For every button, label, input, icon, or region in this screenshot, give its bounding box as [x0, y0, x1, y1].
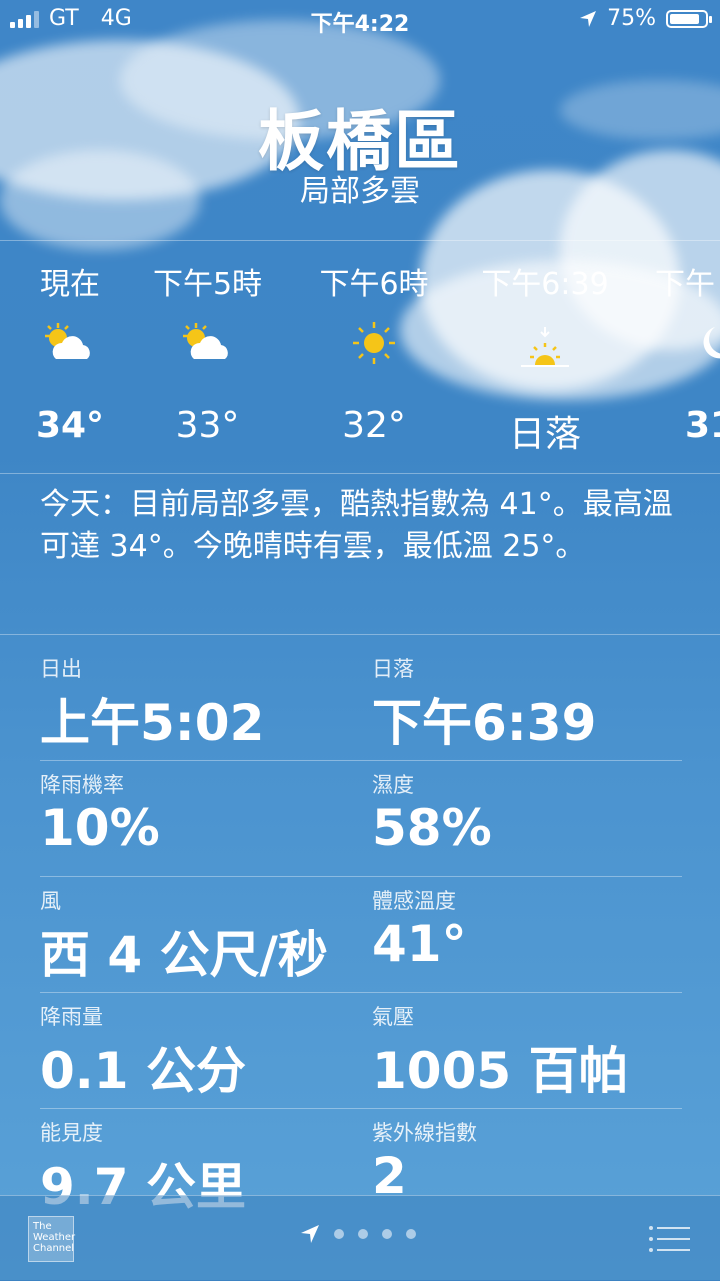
page-dot: [358, 1229, 368, 1239]
location-arrow-icon: [580, 10, 597, 27]
detail-row: 降雨量 0.1 公分 氣壓 1005 百帕: [40, 993, 682, 1109]
daily-summary: 今天：目前局部多雲，酷熱指數為 41°。最高溫可達 34°。今晚晴時有雲，最低溫…: [40, 487, 673, 564]
sun-icon: [353, 322, 395, 364]
humidity-label: 濕度: [372, 773, 414, 797]
precipitation-label: 降雨量: [40, 1005, 103, 1029]
page-dot: [406, 1229, 416, 1239]
battery-percent: 75%: [607, 6, 656, 31]
current-condition: 局部多雲: [300, 174, 420, 209]
page-dot: [334, 1229, 344, 1239]
detail-row: 降雨機率 10% 濕度 58%: [40, 761, 682, 877]
bottom-toolbar: The Weather Channel: [0, 1195, 720, 1281]
feels-like-label: 體感溫度: [372, 889, 456, 913]
detail-row: 日出上午5:02 日落下午6:39: [40, 645, 682, 761]
page-dot: [382, 1229, 392, 1239]
rain-chance-label: 降雨機率: [40, 773, 124, 797]
partly-cloudy-icon: [182, 323, 228, 359]
sunrise-label: 日出: [40, 657, 82, 681]
city-list-icon[interactable]: [648, 1224, 690, 1254]
sunset-label: 日落: [372, 657, 414, 681]
feels-like-value: 41°: [372, 915, 467, 973]
weather-details[interactable]: 日出上午5:02 日落下午6:39 降雨機率 10% 濕度 58% 風西 4 公尺/…: [40, 645, 682, 1224]
hourly-item: 下午6時 32°: [310, 241, 438, 473]
hour-label: 下午6:39: [481, 267, 609, 302]
uv-index-label: 紫外線指數: [372, 1121, 477, 1145]
wind-label: 風: [40, 889, 61, 913]
hour-temp: 32°: [342, 405, 406, 446]
hourly-item: 下午 31: [655, 241, 720, 473]
hour-temp: 31: [685, 405, 720, 446]
hourly-item: 下午5時 33°: [145, 241, 270, 473]
weather-channel-logo[interactable]: The Weather Channel: [28, 1216, 75, 1262]
precipitation-value: 0.1 公分: [40, 1042, 246, 1100]
hour-label: 下午: [655, 267, 715, 302]
hour-temp: 日落: [508, 414, 581, 455]
pressure-label: 氣壓: [372, 1005, 414, 1029]
divider: [0, 634, 720, 635]
hour-label: 下午6時: [319, 267, 429, 302]
location-arrow-icon: [301, 1225, 319, 1243]
page-indicator[interactable]: [300, 1224, 416, 1244]
detail-row: 風西 4 公尺/秒 體感溫度 41°: [40, 877, 682, 993]
moon-icon: [703, 327, 720, 359]
pressure-value: 1005 百帕: [372, 1042, 629, 1100]
hour-label: 現在: [40, 267, 100, 302]
rain-chance-value: 10%: [40, 799, 160, 857]
status-bar: GT 4G 下午4:22 75%: [0, 0, 720, 40]
hourly-forecast[interactable]: 現在 34° 下午5時 33° 下午6時 32° 下午6:39 日落 下午 3: [0, 240, 720, 474]
hourly-item: 現在 34°: [10, 241, 130, 473]
battery-icon: [666, 9, 712, 28]
humidity-value: 58%: [372, 799, 492, 857]
visibility-label: 能見度: [40, 1121, 103, 1145]
wind-value: 西 4 公尺/秒: [40, 926, 328, 984]
hour-label: 下午5時: [152, 267, 263, 302]
hour-temp: 33°: [175, 405, 240, 446]
partly-cloudy-icon: [45, 323, 90, 359]
hour-temp: 34°: [35, 405, 105, 446]
sunset-value: 下午6:39: [372, 694, 597, 752]
hourly-item: 下午6:39 日落: [470, 241, 620, 473]
sunset-icon: [521, 327, 569, 367]
sunrise-value: 上午5:02: [40, 694, 265, 752]
